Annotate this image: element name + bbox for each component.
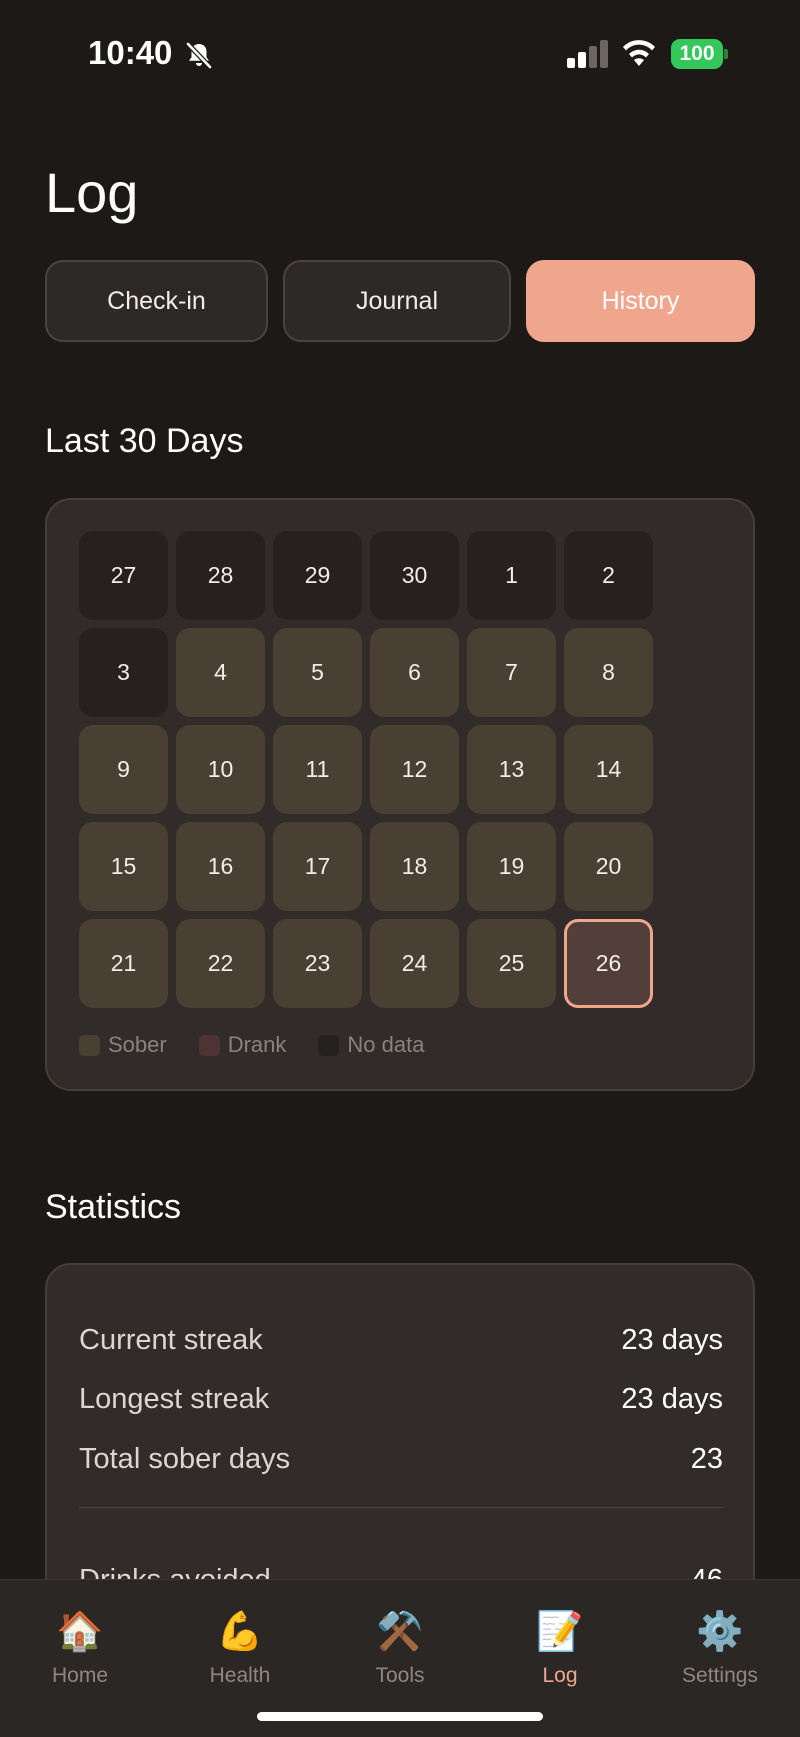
nav-tools[interactable]: ⚒️ Tools: [320, 1580, 480, 1710]
hammer-pick-icon: ⚒️: [376, 1611, 424, 1653]
calendar-day[interactable]: 5: [273, 628, 362, 717]
tab-journal[interactable]: Journal: [283, 260, 511, 342]
calendar-day[interactable]: 3: [79, 628, 168, 717]
calendar-day[interactable]: 12: [370, 725, 459, 814]
cellular-signal-icon: [567, 40, 608, 68]
status-time: 10:40: [88, 34, 173, 71]
stat-total-sober-days: Total sober days 23: [79, 1439, 723, 1479]
nav-home[interactable]: 🏠 Home: [0, 1580, 160, 1710]
calendar-day[interactable]: 23: [273, 919, 362, 1008]
flexed-bicep-icon: 💪: [216, 1611, 264, 1653]
calendar-day[interactable]: 9: [79, 725, 168, 814]
battery-indicator: 100: [671, 39, 728, 69]
nav-health[interactable]: 💪 Health: [160, 1580, 320, 1710]
calendar-day[interactable]: 17: [273, 822, 362, 911]
calendar-day[interactable]: 18: [370, 822, 459, 911]
calendar-day[interactable]: 4: [176, 628, 265, 717]
calendar-day[interactable]: 6: [370, 628, 459, 717]
legend-drank-label: Drank: [227, 1032, 287, 1057]
battery-tip: [724, 49, 728, 59]
calendar-card: 27 28 29 30 1 2 3 4 5 6 7 8 9 10 11 12 13 14 15 16 17 18 19 20 2…: [45, 498, 755, 1091]
calendar-day[interactable]: 11: [273, 725, 362, 814]
gear-icon: ⚙️: [696, 1611, 744, 1653]
total-sober-label: Total sober days: [79, 1442, 291, 1475]
calendar-day[interactable]: 1: [467, 531, 556, 620]
calendar-legend: Sober Drank No data: [79, 1030, 456, 1060]
history-section-title: Last 30 Days: [45, 422, 244, 460]
legend-no-data: No data: [318, 1032, 424, 1058]
log-screen: 10:40 100 Log Check-in Journal History L…: [0, 0, 800, 1737]
current-streak-label: Current streak: [79, 1323, 263, 1356]
calendar-day[interactable]: 21: [79, 919, 168, 1008]
battery-level: 100: [671, 39, 723, 69]
calendar-day[interactable]: 25: [467, 919, 556, 1008]
calendar-day-today[interactable]: 26: [564, 919, 653, 1008]
nav-log-label: Log: [542, 1664, 578, 1687]
memo-icon: 📝: [536, 1611, 584, 1653]
bell-muted-icon: [186, 42, 212, 69]
calendar-day[interactable]: 29: [273, 531, 362, 620]
stat-longest-streak: Longest streak 23 days: [79, 1379, 723, 1419]
calendar-day[interactable]: 28: [176, 531, 265, 620]
current-streak-value: 23 days: [621, 1323, 723, 1356]
longest-streak-value: 23 days: [621, 1382, 723, 1415]
tab-check-in[interactable]: Check-in: [45, 260, 268, 342]
nav-home-label: Home: [51, 1664, 109, 1687]
calendar-day[interactable]: 30: [370, 531, 459, 620]
home-indicator[interactable]: [257, 1712, 543, 1721]
legend-drank: Drank: [198, 1032, 287, 1058]
calendar-day[interactable]: 15: [79, 822, 168, 911]
calendar-day[interactable]: 20: [564, 822, 653, 911]
calendar-day[interactable]: 16: [176, 822, 265, 911]
calendar-day[interactable]: 7: [467, 628, 556, 717]
legend-sober-label: Sober: [108, 1032, 167, 1057]
status-bar: 10:40 100: [0, 0, 800, 110]
calendar-day[interactable]: 10: [176, 725, 265, 814]
stat-current-streak: Current streak 23 days: [79, 1320, 723, 1360]
calendar-day[interactable]: 2: [564, 531, 653, 620]
calendar-day[interactable]: 14: [564, 725, 653, 814]
nav-tools-label: Tools: [375, 1664, 425, 1687]
sober-swatch: [79, 1034, 100, 1056]
total-sober-value: 23: [690, 1442, 723, 1475]
nav-settings[interactable]: ⚙️ Settings: [640, 1580, 800, 1710]
calendar-day[interactable]: 24: [370, 919, 459, 1008]
calendar-day[interactable]: 22: [176, 919, 265, 1008]
page-title: Log: [45, 161, 139, 224]
drank-swatch: [198, 1034, 220, 1056]
calendar-day[interactable]: 27: [79, 531, 168, 620]
legend-no-data-label: No data: [347, 1032, 425, 1057]
calendar-day[interactable]: 13: [467, 725, 556, 814]
calendar-day[interactable]: 8: [564, 628, 653, 717]
nav-settings-label: Settings: [682, 1664, 758, 1687]
nav-health-label: Health: [209, 1664, 271, 1687]
calendar-day[interactable]: 19: [467, 822, 556, 911]
legend-sober: Sober: [79, 1032, 167, 1058]
calendar-grid: 27 28 29 30 1 2 3 4 5 6 7 8 9 10 11 12 13 14 15 16 17 18 19 20 2…: [79, 531, 659, 1008]
longest-streak-label: Longest streak: [79, 1382, 270, 1415]
no-data-swatch: [318, 1034, 340, 1056]
statistics-section-title: Statistics: [45, 1188, 182, 1226]
home-icon: 🏠: [56, 1611, 104, 1653]
wifi-icon: [623, 40, 655, 66]
nav-log[interactable]: 📝 Log: [480, 1580, 640, 1710]
tab-history[interactable]: History: [526, 260, 755, 342]
stats-divider: [79, 1507, 723, 1508]
log-tabs: Check-in Journal History: [45, 260, 755, 342]
